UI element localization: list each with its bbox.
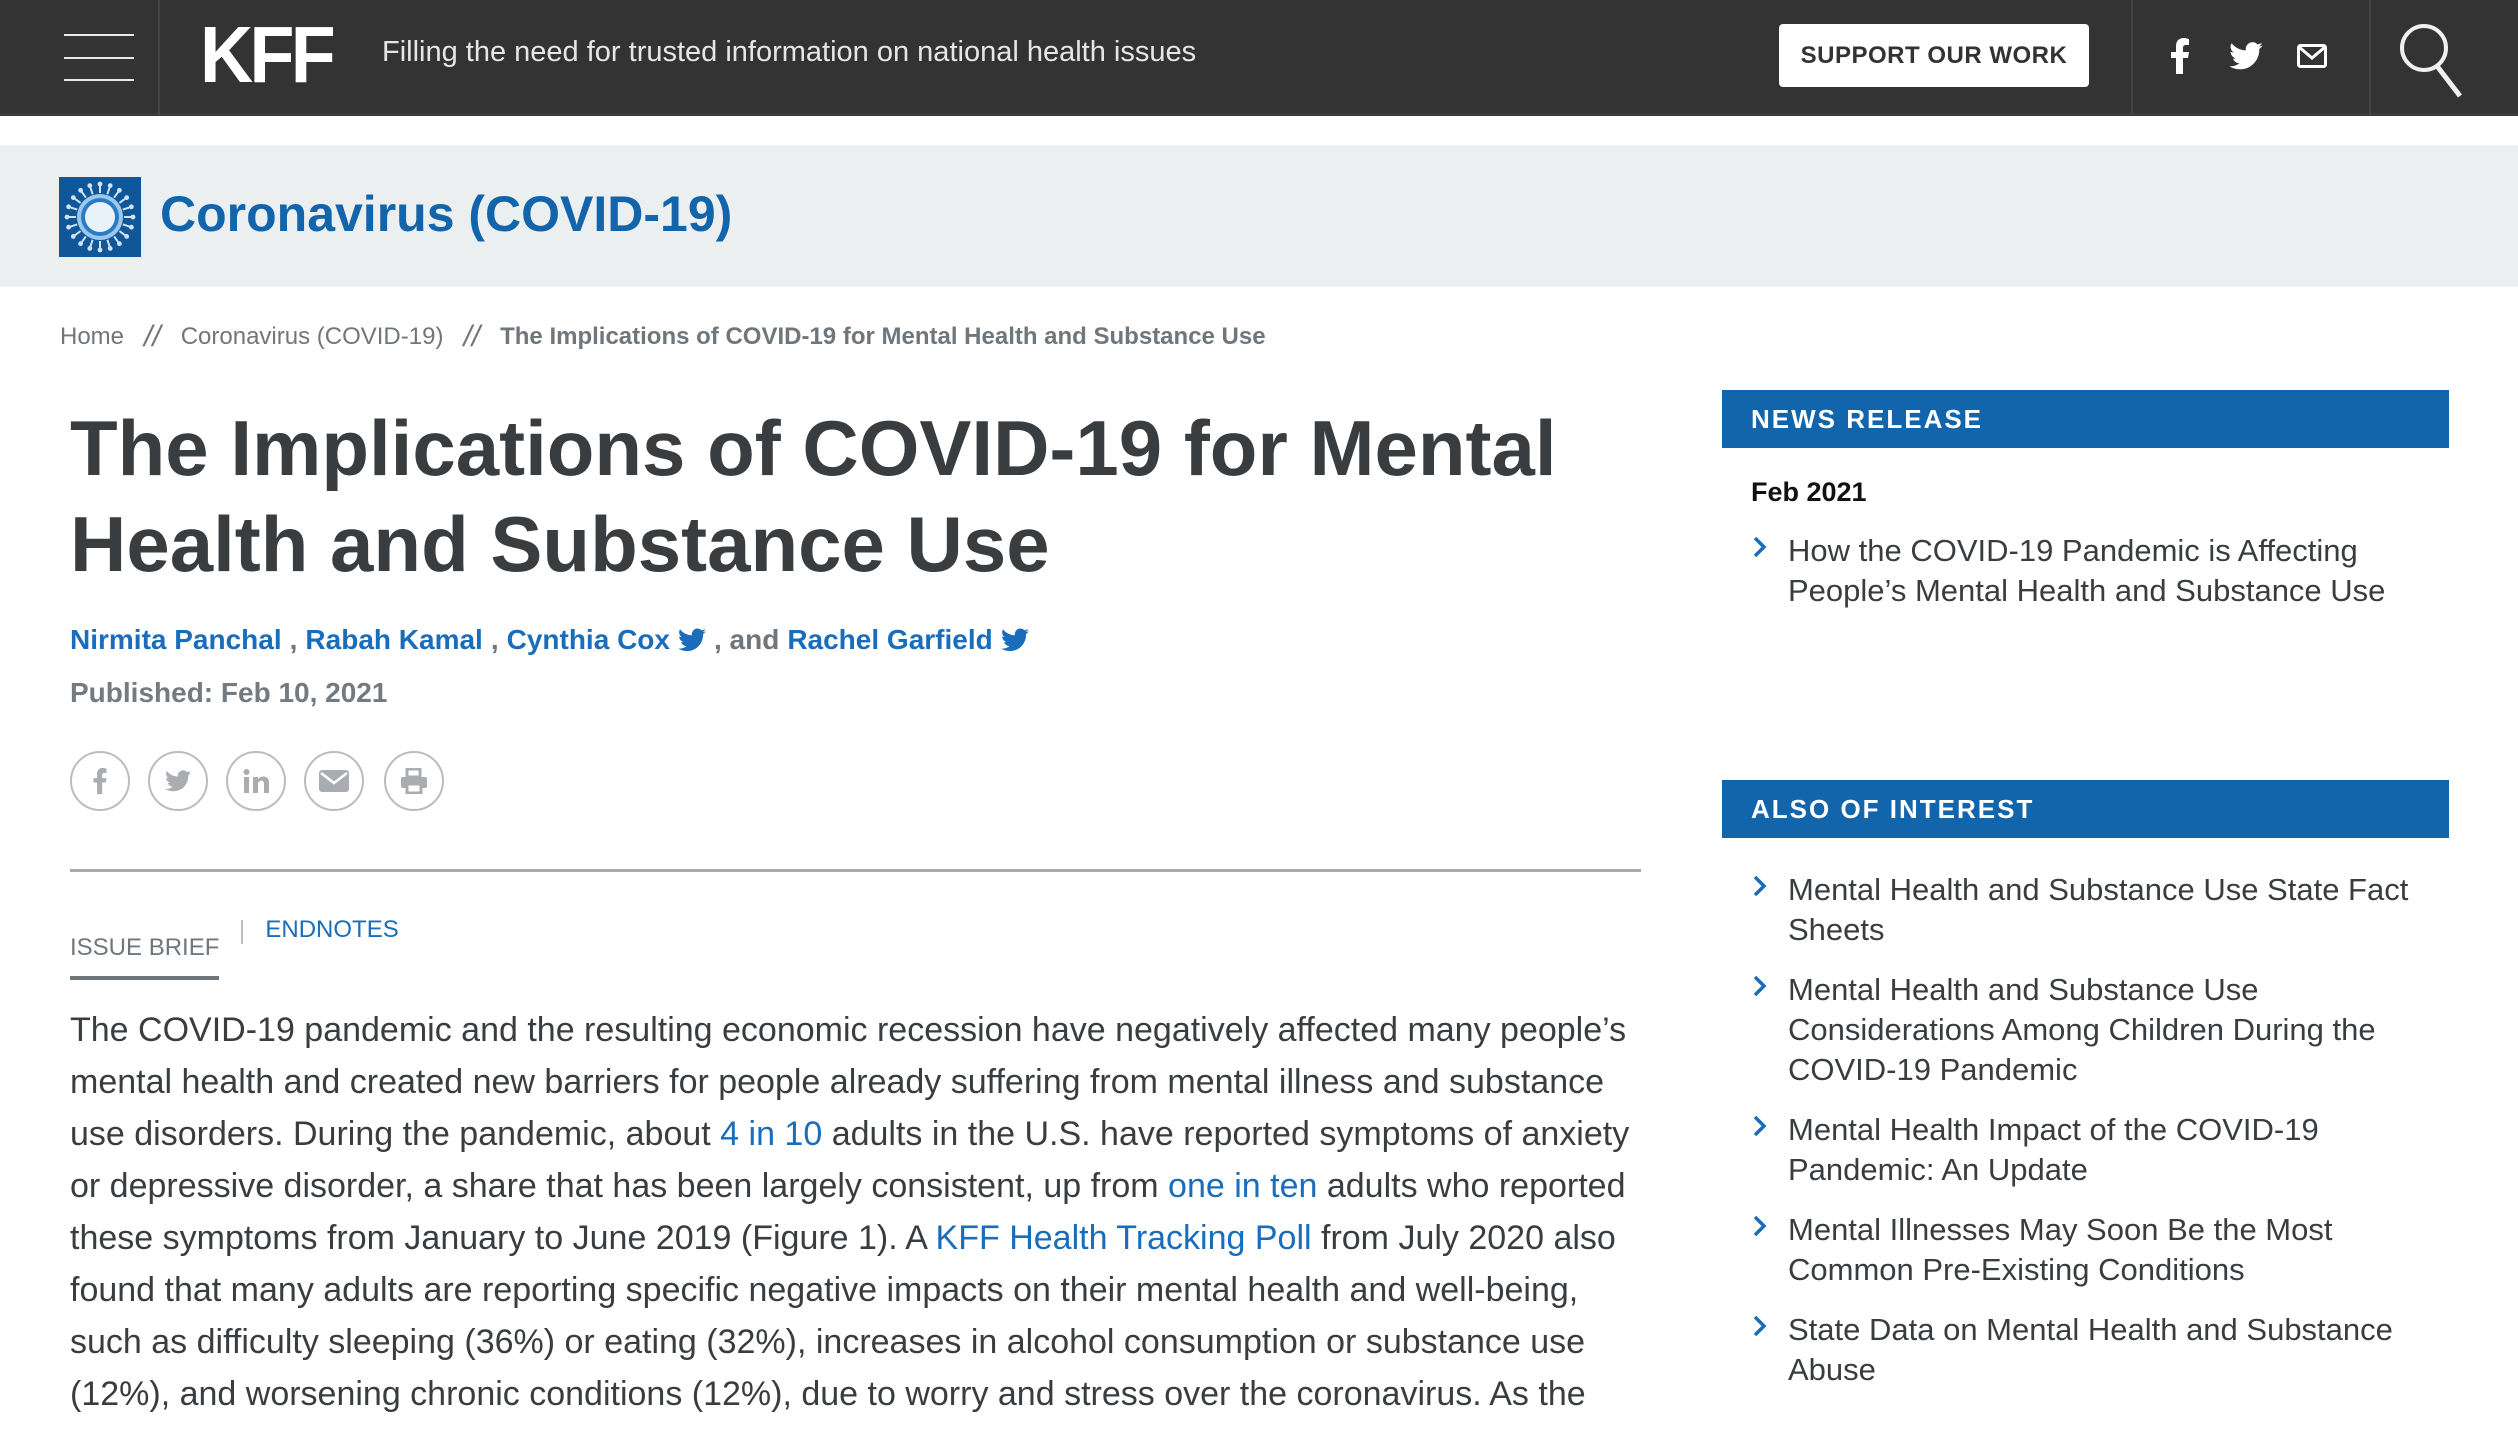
breadcrumb-current: The Implications of COVID-19 for Mental … — [500, 323, 1266, 350]
share-print-icon[interactable] — [384, 751, 444, 811]
topic-title[interactable]: Coronavirus (COVID-19) — [160, 185, 732, 243]
virus-spike-tip — [87, 183, 93, 189]
author-separator: , — [289, 624, 298, 655]
virus-spike-tip — [107, 245, 113, 251]
title-line: The Implications of COVID-19 for Mental — [70, 404, 1557, 492]
virus-spike-tip — [70, 233, 76, 239]
news-release-heading: NEWS RELEASE — [1722, 390, 2449, 448]
interest-item-label: State Data on Mental Health and Substanc… — [1788, 1312, 2393, 1387]
virus-spike-tip — [97, 247, 103, 253]
virus-spike-tip — [124, 195, 130, 201]
virus-spike-tip — [128, 204, 134, 210]
page-title: The Implications of COVID-19 for Mental … — [70, 400, 1630, 592]
tab-issue-brief[interactable]: ISSUE BRIEF — [70, 934, 220, 980]
virus-spike-tip — [87, 245, 93, 251]
link-kff-health-tracking-poll[interactable]: KFF Health Tracking Poll — [936, 1219, 1312, 1257]
menu-line — [64, 79, 134, 81]
chevron-right-icon — [1753, 536, 1767, 558]
news-release-date: Feb 2021 — [1751, 477, 1867, 507]
share-twitter-icon[interactable] — [148, 751, 208, 811]
virus-spike-tip — [64, 214, 70, 220]
breadcrumb-home[interactable]: Home — [60, 323, 124, 351]
virus-spike-tip — [116, 187, 122, 193]
menu-line — [64, 34, 134, 36]
author-link[interactable]: Rabah Kamal — [305, 624, 482, 656]
interest-item-label: Mental Illnesses May Soon Be the Most Co… — [1788, 1212, 2333, 1287]
twitter-icon[interactable] — [2226, 36, 2266, 76]
author-and: , and — [713, 624, 780, 655]
email-icon[interactable] — [2292, 36, 2332, 76]
header-divider — [2369, 0, 2371, 116]
virus-spike-tip — [124, 233, 130, 239]
title-line: Health and Substance Use — [70, 500, 1050, 588]
article-tabs: ISSUE BRIEF ENDNOTES — [70, 916, 399, 980]
chevron-right-icon — [1753, 875, 1767, 897]
tab-endnotes[interactable]: ENDNOTES — [265, 916, 398, 944]
kff-logo[interactable]: KFF — [200, 15, 336, 95]
header-divider — [2131, 0, 2133, 116]
tab-separator — [241, 920, 244, 944]
chevron-right-icon — [1753, 1115, 1767, 1137]
breadcrumb-separator: // — [144, 320, 161, 353]
also-of-interest-list: Mental Health and Substance Use State Fa… — [1751, 870, 2411, 1410]
site-tagline: Filling the need for trusted information… — [382, 36, 1197, 68]
link-one-in-ten[interactable]: one in ten — [1168, 1167, 1317, 1205]
author-separator: , — [490, 624, 499, 655]
breadcrumb-separator: // — [463, 320, 481, 353]
news-release-item[interactable]: How the COVID-19 Pandemic is Affecting P… — [1751, 531, 2411, 611]
coronavirus-icon[interactable] — [59, 177, 141, 257]
author-link[interactable]: Rachel Garfield — [787, 624, 992, 656]
virus-spike-tip — [66, 204, 72, 210]
virus-spike-tip — [116, 241, 122, 247]
interest-item-label: Mental Health and Substance Use Consider… — [1788, 972, 2376, 1087]
virus-spike-tip — [66, 224, 72, 230]
chevron-right-icon — [1753, 975, 1767, 997]
share-email-icon[interactable] — [304, 751, 364, 811]
chevron-right-icon — [1753, 1215, 1767, 1237]
news-release-item-label: How the COVID-19 Pandemic is Affecting P… — [1788, 533, 2386, 608]
virus-core — [85, 202, 115, 232]
interest-item[interactable]: Mental Health and Substance Use State Fa… — [1751, 870, 2411, 950]
virus-spike-tip — [70, 195, 76, 201]
section-divider — [70, 869, 1641, 872]
facebook-icon[interactable] — [2160, 36, 2200, 76]
author-list: Nirmita Panchal , Rabah Kamal , Cynthia … — [70, 624, 1029, 656]
menu-line — [64, 57, 134, 59]
breadcrumb-coronavirus[interactable]: Coronavirus (COVID-19) — [181, 323, 444, 351]
interest-item-label: Mental Health Impact of the COVID-19 Pan… — [1788, 1112, 2319, 1187]
author-link[interactable]: Cynthia Cox — [507, 624, 670, 656]
interest-item[interactable]: Mental Health and Substance Use Consider… — [1751, 970, 2411, 1090]
also-of-interest-heading: ALSO OF INTEREST — [1722, 780, 2449, 838]
twitter-icon[interactable] — [1000, 628, 1029, 652]
virus-spike-tip — [128, 224, 134, 230]
interest-item[interactable]: Mental Health Impact of the COVID-19 Pan… — [1751, 1110, 2411, 1190]
virus-spike-tip — [78, 241, 84, 247]
author-link[interactable]: Nirmita Panchal — [70, 624, 282, 656]
share-linkedin-icon[interactable] — [226, 751, 286, 811]
support-our-work-button[interactable]: SUPPORT OUR WORK — [1779, 24, 2089, 87]
interest-item[interactable]: State Data on Mental Health and Substanc… — [1751, 1310, 2411, 1390]
chevron-right-icon — [1753, 1315, 1767, 1337]
search-icon[interactable] — [2390, 18, 2480, 98]
site-header: KFF Filling the need for trusted informa… — [0, 0, 2518, 116]
virus-spike-tip — [78, 187, 84, 193]
breadcrumb: Home // Coronavirus (COVID-19) // The Im… — [60, 320, 1266, 354]
article-body-paragraph: The COVID-19 pandemic and the resulting … — [70, 1004, 1650, 1420]
share-facebook-icon[interactable] — [70, 751, 130, 811]
news-release-list: How the COVID-19 Pandemic is Affecting P… — [1751, 531, 2411, 611]
published-date: Published: Feb 10, 2021 — [70, 677, 388, 708]
virus-spike-tip — [97, 181, 103, 187]
link-4-in-10[interactable]: 4 in 10 — [720, 1115, 822, 1153]
twitter-icon[interactable] — [677, 628, 706, 652]
interest-item[interactable]: Mental Illnesses May Soon Be the Most Co… — [1751, 1210, 2411, 1290]
virus-spike-tip — [107, 183, 113, 189]
hamburger-menu-icon[interactable] — [0, 0, 160, 116]
virus-spike-tip — [130, 214, 136, 220]
interest-item-label: Mental Health and Substance Use State Fa… — [1788, 872, 2409, 947]
topic-banner: Coronavirus (COVID-19) — [0, 145, 2518, 287]
